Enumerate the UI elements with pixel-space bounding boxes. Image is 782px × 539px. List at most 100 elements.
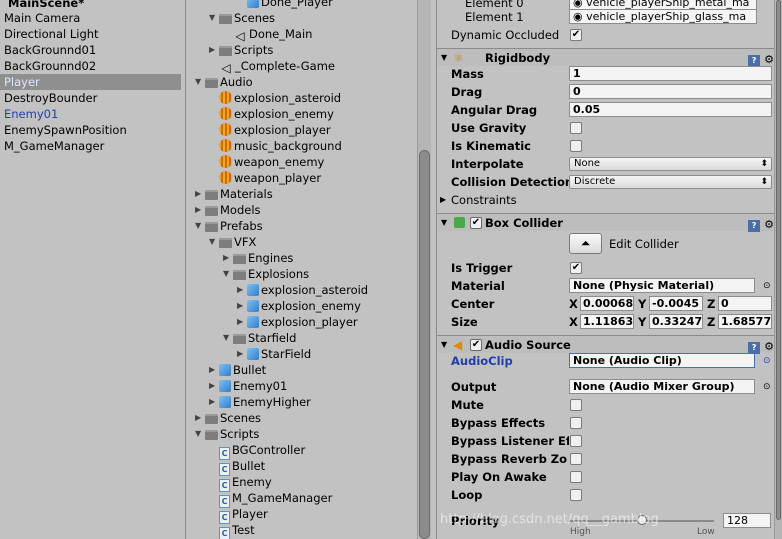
- inspector-scrollbar[interactable]: [774, 0, 782, 539]
- collision-detection-dropdown[interactable]: Discrete: [569, 175, 772, 189]
- bypass-reverb-checkbox[interactable]: [570, 453, 582, 465]
- collapse-arrow-icon[interactable]: ▼: [441, 214, 447, 232]
- project-scrollbar[interactable]: [417, 0, 431, 539]
- project-item[interactable]: ▼ Explosions: [223, 266, 309, 282]
- object-picker-icon[interactable]: ⊙: [763, 378, 771, 396]
- project-item[interactable]: ▶ explosion_asteroid: [237, 282, 368, 298]
- collapsed-arrow-icon[interactable]: ▶: [223, 250, 233, 266]
- use-gravity-checkbox[interactable]: [570, 122, 582, 134]
- collapsed-arrow-icon[interactable]: ▶: [209, 42, 219, 58]
- audio-source-header[interactable]: ▼ ◀ ✔ Audio Source ? ⚙: [437, 335, 782, 354]
- gear-icon[interactable]: ⚙: [764, 218, 774, 231]
- mute-checkbox[interactable]: [570, 399, 582, 411]
- object-picker-icon[interactable]: ⊙: [763, 277, 771, 295]
- project-item[interactable]: Done_Player: [237, 0, 333, 10]
- project-item[interactable]: C M_GameManager: [209, 490, 332, 508]
- project-item[interactable]: ▶ Scenes: [195, 410, 261, 426]
- collapsed-arrow-icon[interactable]: ▶: [195, 186, 205, 202]
- project-item[interactable]: weapon_player: [209, 170, 321, 186]
- hierarchy-item[interactable]: DestroyBounder: [0, 90, 185, 106]
- collapsed-arrow-icon[interactable]: ▶: [237, 346, 247, 362]
- inspector-scroll-thumb[interactable]: [776, 0, 781, 520]
- project-item[interactable]: C Player: [209, 506, 268, 524]
- angular-drag-field[interactable]: 0.05: [569, 102, 772, 117]
- box-collider-header[interactable]: ▼ ✔ Box Collider ? ⚙: [437, 213, 782, 232]
- project-item[interactable]: ▶ explosion_enemy: [237, 298, 361, 314]
- expand-arrow-icon[interactable]: ▶: [440, 191, 446, 209]
- material-field[interactable]: None (Physic Material): [569, 278, 755, 293]
- expanded-arrow-icon[interactable]: ▼: [195, 218, 205, 234]
- collapsed-arrow-icon[interactable]: ▶: [209, 362, 219, 378]
- project-item[interactable]: ▼ Scripts: [195, 426, 259, 442]
- project-item[interactable]: C BGController: [209, 442, 305, 460]
- box-collider-enabled-checkbox[interactable]: ✔: [470, 217, 482, 229]
- collapsed-arrow-icon[interactable]: ▶: [195, 410, 205, 426]
- loop-checkbox[interactable]: [570, 489, 582, 501]
- hierarchy-item[interactable]: BackGrounnd02: [0, 58, 185, 74]
- project-item[interactable]: explosion_player: [209, 122, 331, 138]
- hierarchy-item[interactable]: Player: [0, 74, 185, 90]
- interpolate-dropdown[interactable]: None: [569, 157, 772, 171]
- object-picker-icon[interactable]: ⊙: [763, 352, 771, 370]
- hierarchy-item[interactable]: Directional Light: [0, 26, 185, 42]
- output-field[interactable]: None (Audio Mixer Group): [569, 379, 755, 394]
- project-item[interactable]: ▶ Bullet: [209, 362, 266, 378]
- project-item[interactable]: ▶ Models: [195, 202, 261, 218]
- audio-source-enabled-checkbox[interactable]: ✔: [470, 339, 482, 351]
- project-item[interactable]: C Bullet: [209, 458, 265, 476]
- project-item[interactable]: ▶ Scripts: [209, 42, 273, 58]
- project-item[interactable]: explosion_enemy: [209, 106, 334, 122]
- project-item[interactable]: ▼ Prefabs: [195, 218, 263, 234]
- center-z-field[interactable]: 0: [718, 296, 772, 311]
- project-item[interactable]: ▶ Enemy01: [209, 378, 287, 394]
- help-book-icon[interactable]: ?: [748, 220, 761, 232]
- expanded-arrow-icon[interactable]: ▼: [223, 330, 233, 346]
- project-item[interactable]: ▼ Scenes: [209, 10, 275, 26]
- size-z-field[interactable]: 1.68577: [718, 314, 772, 329]
- hierarchy-item[interactable]: BackGrounnd01: [0, 42, 185, 58]
- hierarchy-item[interactable]: Enemy01: [0, 106, 185, 122]
- project-item[interactable]: ▶ Materials: [195, 186, 273, 202]
- is-kinematic-checkbox[interactable]: [570, 140, 582, 152]
- expanded-arrow-icon[interactable]: ▼: [195, 426, 205, 442]
- collapsed-arrow-icon[interactable]: ▶: [237, 282, 247, 298]
- hierarchy-item[interactable]: Main Camera: [0, 10, 185, 26]
- bypass-effects-checkbox[interactable]: [570, 417, 582, 429]
- expanded-arrow-icon[interactable]: ▼: [195, 74, 205, 90]
- project-item[interactable]: ▼ Starfield: [223, 330, 296, 346]
- collapsed-arrow-icon[interactable]: ▶: [195, 202, 205, 218]
- collapsed-arrow-icon[interactable]: ▶: [209, 394, 219, 410]
- project-item[interactable]: weapon_enemy: [209, 154, 324, 170]
- project-item[interactable]: ▶ StarField: [237, 346, 311, 362]
- project-item[interactable]: ◁ Done_Main: [223, 26, 312, 43]
- center-y-field[interactable]: -0.0045: [649, 296, 703, 311]
- project-item[interactable]: ▶ EnemyHigher: [209, 394, 311, 410]
- center-x-field[interactable]: 0.00068: [580, 296, 634, 311]
- expanded-arrow-icon[interactable]: ▼: [209, 10, 219, 26]
- mass-field[interactable]: 1: [569, 66, 772, 81]
- size-y-field[interactable]: 0.33247: [649, 314, 703, 329]
- rigidbody-header[interactable]: ▼ ⚛ Rigidbody ? ⚙: [437, 48, 782, 67]
- drag-field[interactable]: 0: [569, 84, 772, 99]
- project-item[interactable]: music_background: [209, 138, 342, 154]
- constraints-row[interactable]: ▶ Constraints: [437, 191, 782, 209]
- project-item[interactable]: C Enemy: [209, 474, 272, 492]
- project-scroll-thumb[interactable]: [419, 150, 430, 539]
- element1-field[interactable]: ◉ vehicle_playerShip_glass_ma: [569, 9, 757, 24]
- size-x-field[interactable]: 1.11863: [580, 314, 634, 329]
- project-item[interactable]: ▼ Audio: [195, 74, 253, 90]
- edit-collider-button[interactable]: ⏶: [569, 233, 602, 254]
- project-item[interactable]: ◁ _Complete-Game: [209, 58, 335, 75]
- hierarchy-item[interactable]: M_GameManager: [0, 138, 185, 154]
- project-item[interactable]: C Test: [209, 522, 255, 539]
- expanded-arrow-icon[interactable]: ▼: [223, 266, 233, 282]
- project-item[interactable]: explosion_asteroid: [209, 90, 341, 106]
- scene-header[interactable]: MainScene*: [0, 0, 185, 10]
- dynamic-occluded-checkbox[interactable]: ✔: [570, 29, 582, 41]
- expanded-arrow-icon[interactable]: ▼: [209, 234, 219, 250]
- bypass-listener-checkbox[interactable]: [570, 435, 582, 447]
- collapsed-arrow-icon[interactable]: ▶: [237, 298, 247, 314]
- collapsed-arrow-icon[interactable]: ▶: [237, 314, 247, 330]
- project-item[interactable]: ▼ VFX: [209, 234, 256, 250]
- hierarchy-item[interactable]: EnemySpawnPosition: [0, 122, 185, 138]
